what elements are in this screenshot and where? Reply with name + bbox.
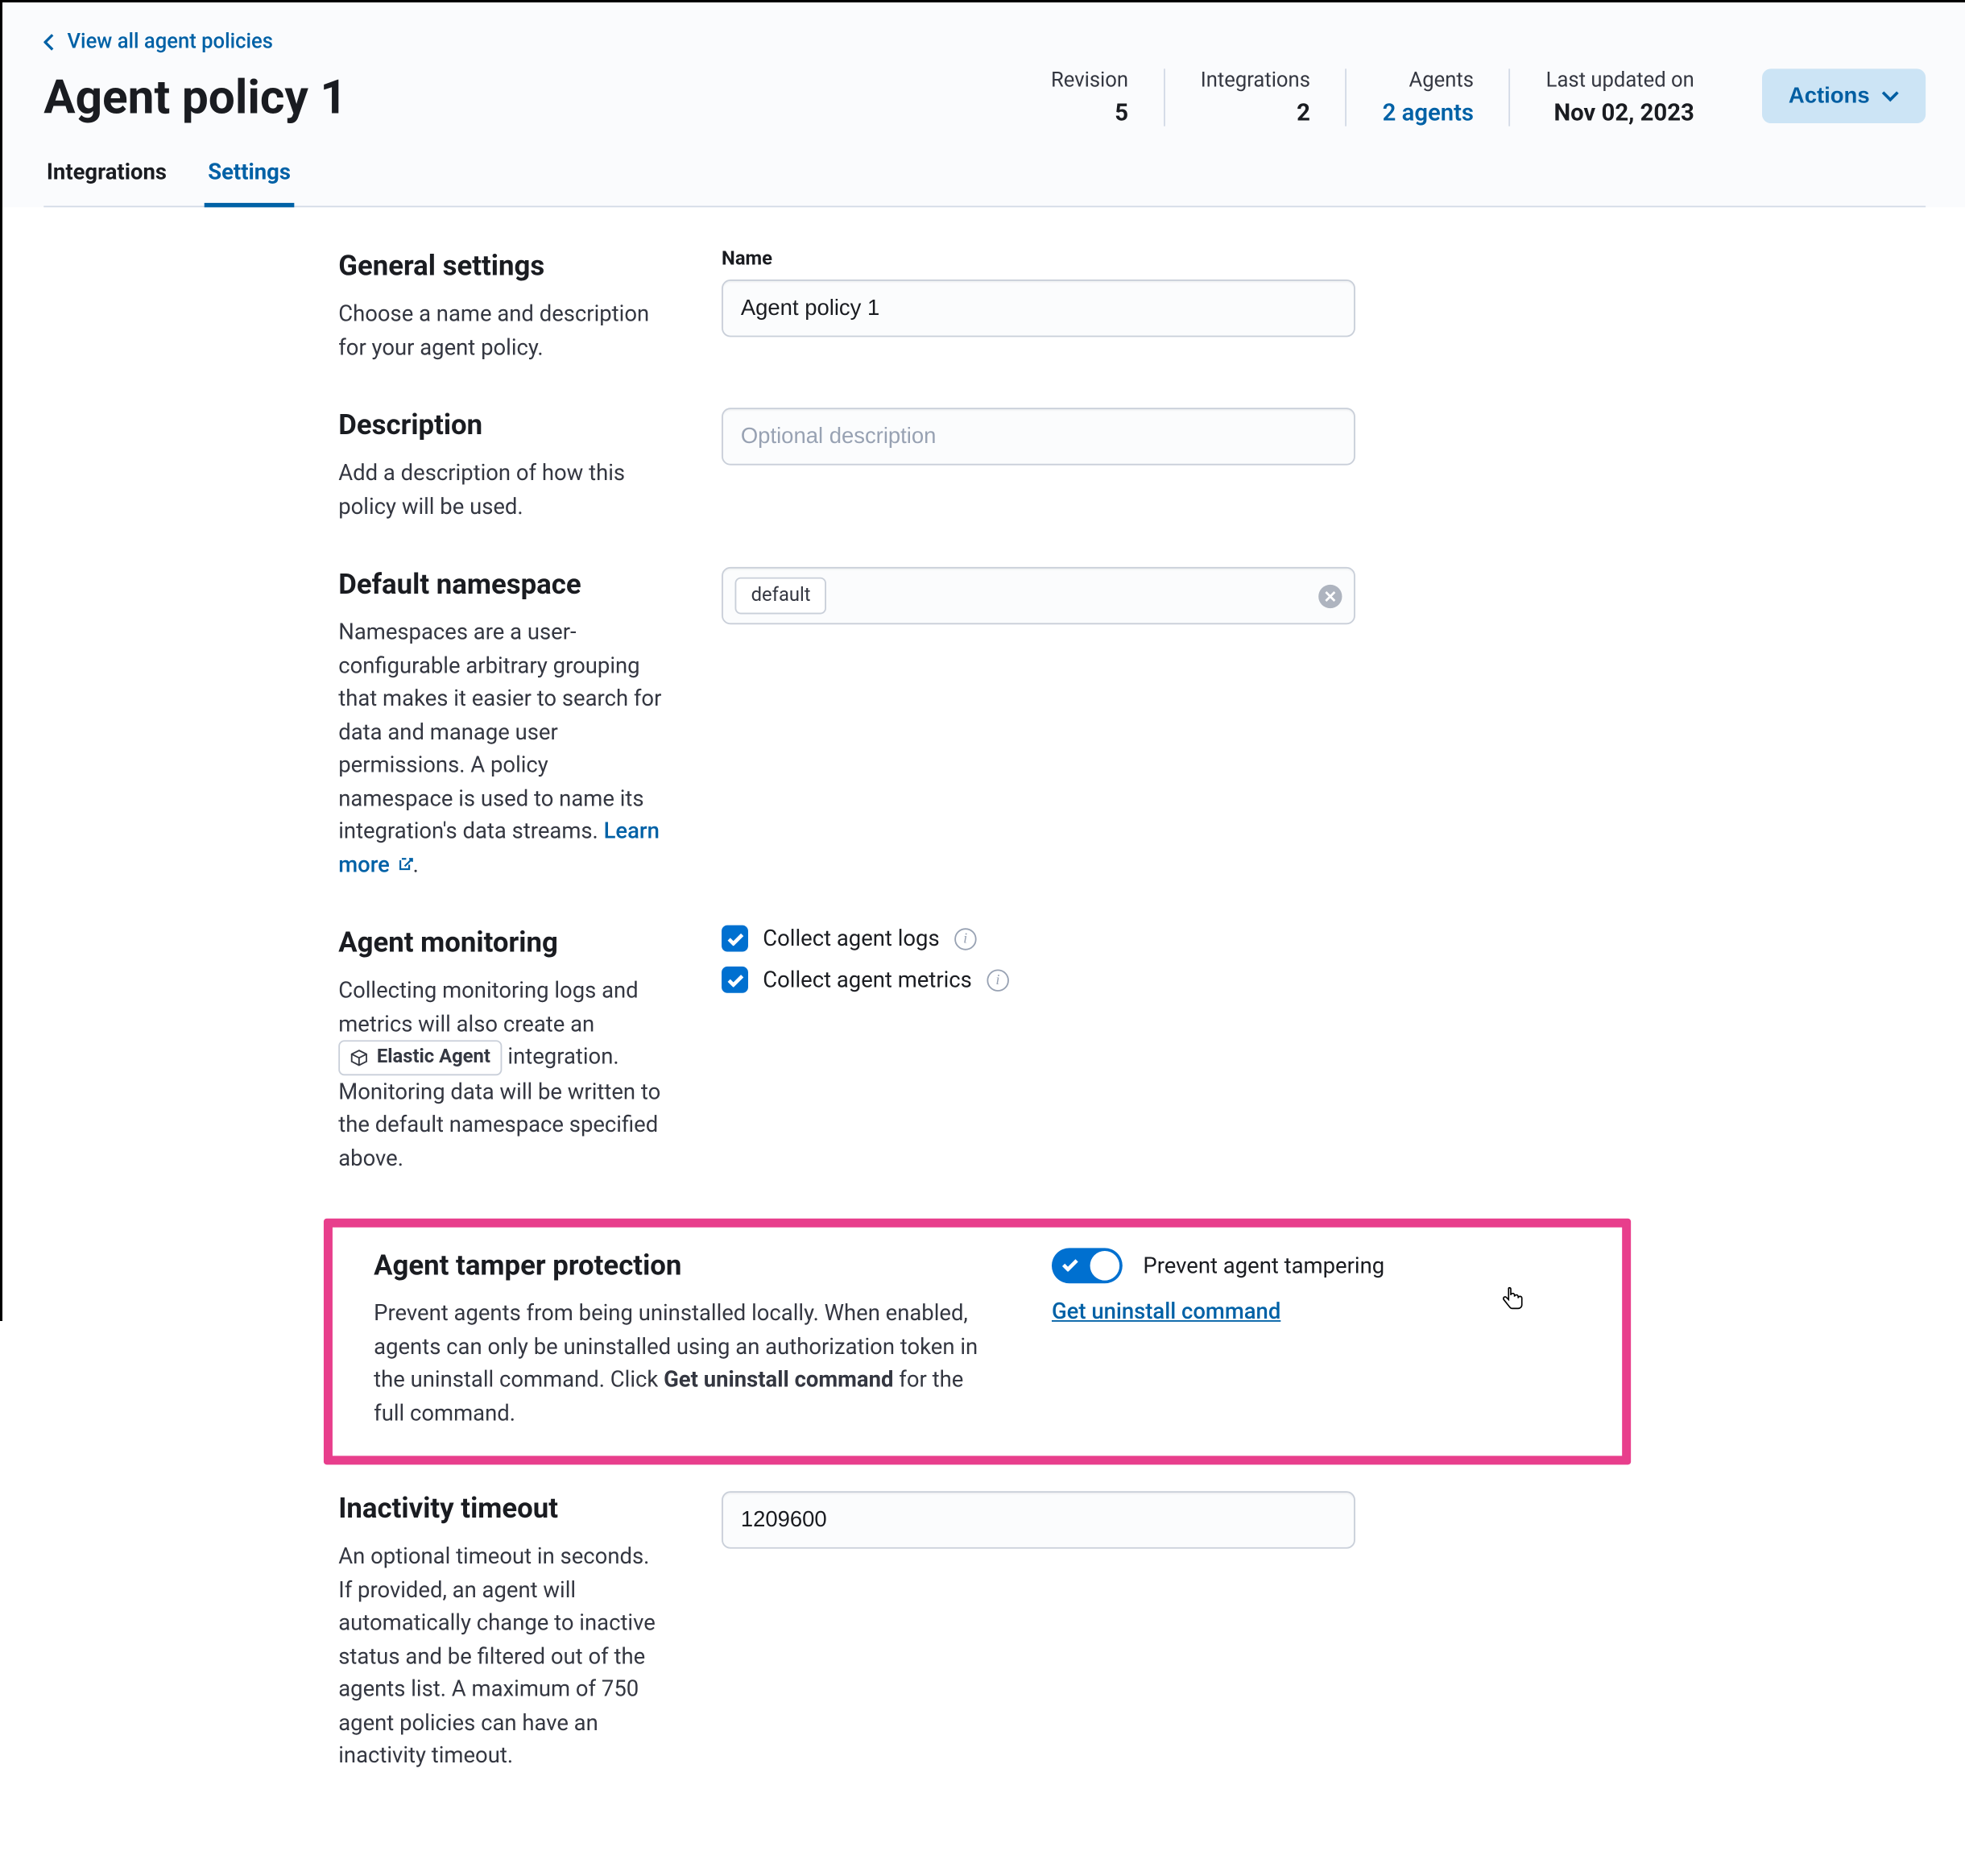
page-title: Agent policy 1 — [43, 68, 347, 125]
inactivity-desc: An optional timeout in seconds. If provi… — [338, 1540, 663, 1772]
inactivity-heading: Inactivity timeout — [338, 1492, 663, 1526]
collect-metrics-checkbox[interactable] — [722, 967, 748, 993]
stat-agents: Agents 2 agents — [1347, 68, 1511, 126]
back-link-label: View all agent policies — [68, 31, 273, 54]
get-uninstall-command-link[interactable]: Get uninstall command — [1052, 1298, 1280, 1325]
cube-icon — [350, 1049, 368, 1066]
stat-value: 5 — [1051, 98, 1128, 126]
info-icon[interactable]: i — [954, 927, 976, 949]
actions-button[interactable]: Actions — [1762, 68, 1926, 123]
tamper-desc: Prevent agents from being uninstalled lo… — [374, 1297, 993, 1430]
stat-label: Last updated on — [1546, 68, 1694, 92]
monitoring-desc: Collecting monitoring logs and metrics w… — [338, 974, 663, 1174]
tabs: Integrations Settings — [43, 159, 1926, 207]
elastic-agent-chip: Elastic Agent — [338, 1041, 502, 1075]
name-label: Name — [722, 249, 1355, 271]
back-link[interactable]: View all agent policies — [43, 31, 273, 54]
namespace-pill[interactable]: default — [735, 578, 827, 615]
namespace-heading: Default namespace — [338, 567, 663, 601]
tab-integrations[interactable]: Integrations — [43, 159, 169, 206]
chip-label: Elastic Agent — [377, 1043, 490, 1072]
stat-revision: Revision 5 — [1016, 68, 1165, 126]
monitoring-desc-pre: Collecting monitoring logs and metrics w… — [338, 977, 638, 1037]
name-input[interactable] — [722, 280, 1355, 337]
namespace-desc: Namespaces are a user-configurable arbit… — [338, 615, 663, 880]
stat-label: Revision — [1051, 68, 1128, 92]
stat-value: 2 — [1201, 98, 1310, 126]
inactivity-input[interactable] — [722, 1492, 1355, 1549]
stat-label: Integrations — [1201, 68, 1310, 92]
prevent-tampering-toggle[interactable] — [1052, 1249, 1123, 1284]
cursor-icon — [1502, 1286, 1525, 1319]
monitoring-heading: Agent monitoring — [338, 926, 663, 959]
chevron-down-icon — [1881, 90, 1899, 102]
clear-icon[interactable] — [1318, 584, 1342, 607]
namespace-desc-text: Namespaces are a user-configurable arbit… — [338, 619, 661, 844]
description-desc: Add a description of how this policy wil… — [338, 457, 663, 523]
collect-logs-checkbox[interactable] — [722, 926, 748, 952]
namespace-combo[interactable]: default — [722, 567, 1355, 624]
agents-link[interactable]: 2 agents — [1383, 98, 1474, 126]
general-heading: General settings — [338, 249, 663, 283]
external-link-icon — [398, 856, 412, 871]
tamper-heading: Agent tamper protection — [374, 1249, 993, 1282]
tamper-protection-highlight: Agent tamper protection Prevent agents f… — [324, 1219, 1631, 1465]
general-desc: Choose a name and description for your a… — [338, 297, 663, 363]
stat-label: Agents — [1383, 68, 1474, 92]
collect-metrics-label: Collect agent metrics — [763, 967, 972, 993]
description-input[interactable] — [722, 408, 1355, 465]
description-heading: Description — [338, 408, 663, 441]
tamper-desc-bold: Get uninstall command — [664, 1366, 893, 1393]
chevron-left-icon — [43, 33, 56, 51]
collect-logs-label: Collect agent logs — [763, 926, 939, 952]
stat-value: Nov 02, 2023 — [1546, 98, 1694, 126]
info-icon[interactable]: i — [987, 969, 1008, 991]
stat-integrations: Integrations 2 — [1165, 68, 1347, 126]
toggle-label: Prevent agent tampering — [1143, 1253, 1384, 1279]
tab-settings[interactable]: Settings — [205, 159, 294, 207]
stat-updated: Last updated on Nov 02, 2023 — [1511, 68, 1730, 126]
actions-label: Actions — [1789, 84, 1870, 109]
